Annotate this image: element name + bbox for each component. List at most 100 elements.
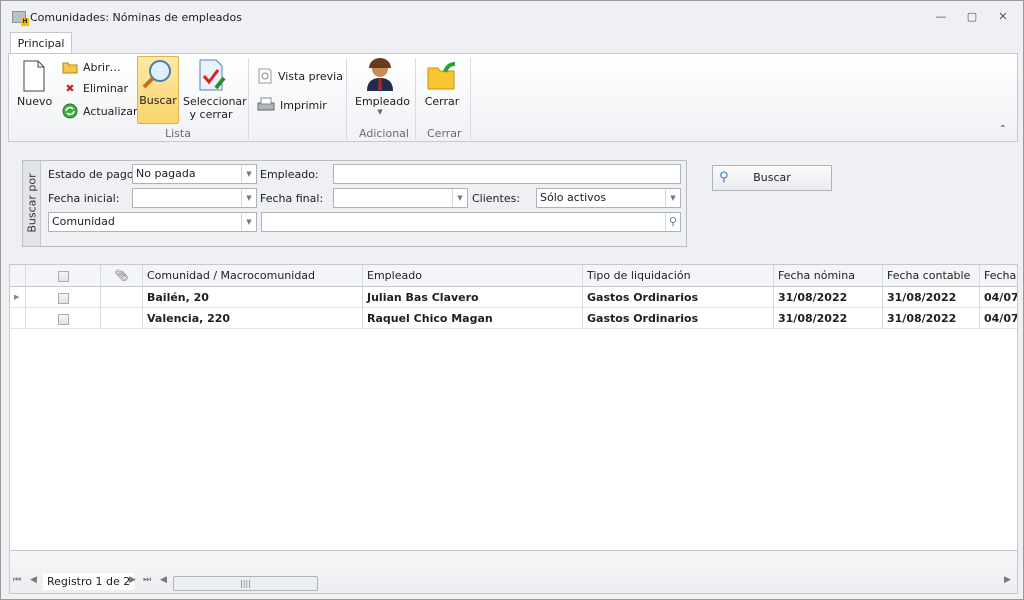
folder-icon: [62, 62, 78, 74]
column-header-empleado[interactable]: Empleado: [363, 265, 583, 286]
column-header-comunidad[interactable]: Comunidad / Macrocomunidad: [143, 265, 363, 286]
fecha-inicial-input[interactable]: ▼: [132, 188, 257, 208]
dropdown-arrow-icon[interactable]: ▼: [241, 165, 256, 183]
estado-label: Estado de pago:: [48, 168, 138, 181]
title-bar: H Comunidades: Nóminas de empleados — ▢ …: [1, 1, 1023, 31]
first-record-button[interactable]: ⏮: [13, 575, 21, 585]
fecha-final-input[interactable]: ▼: [333, 188, 468, 208]
column-header-fecha[interactable]: Fecha: [980, 265, 1017, 286]
cell-comunidad: Bailén, 20: [143, 287, 363, 308]
cell-fecha-contable: 31/08/2022: [883, 287, 980, 308]
window: H Comunidades: Nóminas de empleados — ▢ …: [0, 0, 1024, 600]
record-counter: Registro 1 de 2: [43, 573, 135, 590]
clientes-select[interactable]: Sólo activos ▼: [536, 188, 681, 208]
next-record-button[interactable]: ▶: [129, 575, 136, 585]
search-icon[interactable]: ⚲: [665, 213, 680, 231]
refresh-icon: [62, 103, 78, 119]
table-row[interactable]: Valencia, 220 Raquel Chico Magan Gastos …: [10, 308, 1017, 329]
table-row[interactable]: ▶ Bailén, 20 Julian Bas Clavero Gastos O…: [10, 287, 1017, 308]
cerrar-button[interactable]: Cerrar: [423, 58, 461, 108]
column-header-tipo[interactable]: Tipo de liquidación: [583, 265, 774, 286]
dropdown-arrow-icon[interactable]: ▼: [241, 213, 256, 231]
tab-principal[interactable]: Principal: [10, 32, 72, 54]
close-button[interactable]: ✕: [995, 9, 1011, 25]
empleado-input[interactable]: [333, 164, 681, 184]
horizontal-scrollbar-thumb[interactable]: ||||: [173, 576, 318, 591]
clientes-value: Sólo activos: [540, 191, 607, 204]
vista-previa-button[interactable]: Vista previa: [257, 68, 343, 84]
select-document-icon: [199, 59, 226, 91]
cell-tipo: Gastos Ordinarios: [583, 308, 774, 329]
fecha-final-label: Fecha final:: [260, 192, 324, 205]
empleado-label: Empleado: [355, 95, 410, 108]
row-indicator: [10, 308, 26, 329]
delete-x-icon: ✖: [65, 82, 75, 95]
printer-icon: [257, 97, 275, 111]
buscar-button[interactable]: Buscar: [137, 56, 179, 124]
row-checkbox-cell[interactable]: [26, 308, 101, 329]
prev-record-button[interactable]: ◀: [30, 575, 37, 585]
dropdown-arrow-icon[interactable]: ▼: [241, 189, 256, 207]
nuevo-button[interactable]: Nuevo: [17, 60, 53, 108]
estado-select[interactable]: No pagada ▼: [132, 164, 257, 184]
empleado-dropdown-button[interactable]: Empleado ▼: [355, 58, 410, 116]
window-title: Comunidades: Nóminas de empleados: [30, 11, 242, 24]
scroll-left-button[interactable]: ◀: [160, 575, 167, 585]
buscar-filter-button[interactable]: ⚲ Buscar: [712, 165, 832, 191]
attachment-header[interactable]: 📎︎: [101, 265, 143, 286]
imprimir-label: Imprimir: [280, 98, 327, 112]
separator: [415, 58, 416, 140]
vista-previa-label: Vista previa: [278, 69, 343, 83]
restore-button[interactable]: ▢: [964, 9, 980, 25]
row-indicator-header: [10, 265, 26, 286]
cell-fecha-nomina: 31/08/2022: [774, 287, 883, 308]
data-grid: 📎︎ Comunidad / Macrocomunidad Empleado T…: [9, 264, 1018, 551]
column-header-fecha-nomina[interactable]: Fecha nómina: [774, 265, 883, 286]
select-all-checkbox[interactable]: [57, 270, 69, 282]
dropdown-arrow-icon[interactable]: ▼: [452, 189, 467, 207]
separator: [470, 58, 471, 140]
estado-value: No pagada: [136, 167, 196, 180]
cell-comunidad: Valencia, 220: [143, 308, 363, 329]
close-folder-icon: [427, 62, 456, 90]
empleado-label: Empleado:: [260, 168, 319, 181]
group-lista-label: Lista: [165, 127, 191, 140]
dropdown-arrow-icon[interactable]: ▼: [665, 189, 680, 207]
select-all-header[interactable]: [26, 265, 101, 286]
cell-empleado: Raquel Chico Magan: [363, 308, 583, 329]
cell-fecha-nomina: 31/08/2022: [774, 308, 883, 329]
minimize-button[interactable]: —: [933, 9, 949, 25]
campo-select[interactable]: Comunidad ▼: [48, 212, 257, 232]
scroll-right-button[interactable]: ▶: [1004, 575, 1011, 585]
attachment-cell: [101, 287, 143, 308]
new-document-icon: [23, 60, 45, 92]
grid-header: 📎︎ Comunidad / Macrocomunidad Empleado T…: [10, 265, 1017, 287]
seleccionar-label: Seleccionar: [183, 95, 247, 108]
eliminar-button[interactable]: ✖ Eliminar: [62, 82, 128, 95]
actualizar-label: Actualizar: [83, 104, 138, 118]
abrir-button[interactable]: Abrir…: [62, 60, 121, 74]
fecha-inicial-label: Fecha inicial:: [48, 192, 120, 205]
buscar-por-label: Buscar por: [23, 161, 41, 246]
buscar-label: Buscar: [139, 94, 177, 107]
dropdown-arrow-icon: ▼: [377, 108, 383, 116]
buscar-filter-label: Buscar: [753, 171, 791, 184]
row-checkbox[interactable]: [57, 313, 69, 325]
search-text-input[interactable]: ⚲: [261, 212, 681, 232]
campo-value: Comunidad: [52, 215, 115, 228]
seleccionar-cerrar-button[interactable]: Seleccionar y cerrar: [183, 58, 247, 121]
column-header-fecha-contable[interactable]: Fecha contable: [883, 265, 980, 286]
group-cerrar-label: Cerrar: [427, 127, 462, 140]
filter-panel: Buscar por Estado de pago: No pagada ▼ Em…: [22, 160, 687, 247]
last-record-button[interactable]: ⏭: [143, 575, 151, 585]
group-adicional-label: Adicional: [359, 127, 409, 140]
row-checkbox[interactable]: [57, 292, 69, 304]
imprimir-button[interactable]: Imprimir: [257, 97, 327, 113]
magnifier-icon: [142, 60, 171, 89]
cell-tipo: Gastos Ordinarios: [583, 287, 774, 308]
row-checkbox-cell[interactable]: [26, 287, 101, 308]
actualizar-button[interactable]: Actualizar: [62, 103, 138, 119]
collapse-ribbon-button[interactable]: ⌃: [999, 124, 1007, 135]
nuevo-label: Nuevo: [17, 95, 53, 108]
cell-fecha-contable: 31/08/2022: [883, 308, 980, 329]
